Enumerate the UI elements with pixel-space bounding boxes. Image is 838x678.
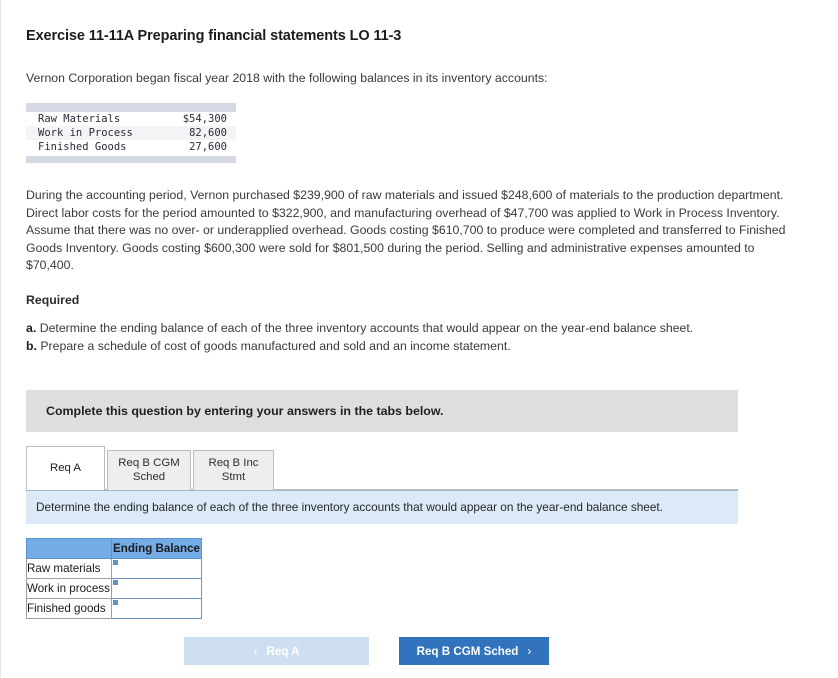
chevron-left-icon: ‹	[253, 644, 258, 659]
balances-grid: Raw Materials $54,300 Work in Process 82…	[26, 112, 236, 154]
table-row: Work in Process 82,600	[26, 126, 236, 141]
required-text-b: Prepare a schedule of cost of goods manu…	[40, 339, 511, 354]
balance-amount: 27,600	[189, 141, 227, 154]
intro-text: Vernon Corporation began fiscal year 201…	[26, 71, 548, 85]
balance-amount: $54,300	[182, 113, 227, 126]
required-heading: Required	[26, 293, 80, 308]
chevron-right-icon: ›	[527, 644, 532, 659]
tab-req-a-label: Req A	[49, 461, 82, 474]
next-req-b-cgm-sched-button[interactable]: Req B CGM Sched ›	[399, 637, 549, 666]
input-finished-goods[interactable]	[111, 598, 202, 620]
navigation-buttons: ‹ Req A Req B CGM Sched ›	[26, 637, 814, 666]
table-row: Work in process	[26, 578, 202, 600]
input-raw-materials[interactable]	[111, 558, 202, 580]
row-label-work-in-process: Work in process	[26, 578, 112, 600]
table-header-row: Ending Balance	[26, 538, 202, 560]
balance-account-name: Work in Process	[38, 127, 133, 140]
active-tab-gap	[27, 489, 104, 491]
table-top-band	[26, 103, 236, 113]
tab-req-b-inc-stmt[interactable]: Req B Inc Stmt	[193, 450, 274, 491]
table-row: Finished goods	[26, 598, 202, 620]
table-row: Finished Goods 27,600	[26, 140, 236, 154]
instruction-bar: Determine the ending balance of each of …	[26, 490, 738, 525]
page-content: Exercise 11-11A Preparing financial stat…	[0, 0, 838, 666]
tab-req-b-inc-stmt-label: Req B Inc Stmt	[208, 457, 259, 483]
table-row: Raw Materials $54,300	[26, 112, 236, 126]
table-row: Raw materials	[26, 558, 202, 580]
cell-marker-icon	[113, 560, 118, 566]
tab-bar: Req A Req B CGM Sched Req B Inc Stmt	[26, 446, 738, 491]
table-bottom-band	[26, 156, 236, 164]
page-left-border	[0, 0, 1, 678]
header-ending-balance: Ending Balance	[111, 538, 202, 560]
page-title: Exercise 11-11A Preparing financial stat…	[26, 28, 402, 44]
required-list: a. Determine the ending balance of each …	[26, 320, 814, 356]
required-item-a: a. Determine the ending balance of each …	[26, 320, 814, 338]
required-item-b: b. Prepare a schedule of cost of goods m…	[26, 338, 814, 356]
balance-account-name: Finished Goods	[38, 141, 127, 154]
prev-req-a-button[interactable]: ‹ Req A	[184, 637, 369, 666]
answer-entry-table: Ending Balance Raw materials Work in pro…	[26, 538, 814, 620]
instruction-text: Determine the ending balance of each of …	[36, 500, 663, 515]
balance-account-name: Raw Materials	[38, 113, 121, 126]
tab-req-b-cgm-sched-label: Req B CGM Sched	[118, 457, 180, 483]
cell-marker-icon	[113, 580, 118, 586]
banner-text: Complete this question by entering your …	[46, 404, 444, 419]
balance-amount: 82,600	[189, 127, 227, 140]
prev-button-label: Req A	[266, 644, 300, 658]
header-blank-cell	[26, 538, 112, 560]
complete-question-banner: Complete this question by entering your …	[26, 390, 738, 433]
ending-balance-grid: Ending Balance Raw materials Work in pro…	[26, 538, 202, 620]
problem-description: During the accounting period, Vernon pur…	[26, 188, 786, 273]
required-marker-a: a.	[26, 321, 37, 336]
required-marker-b: b.	[26, 339, 37, 354]
required-text-a: Determine the ending balance of each of …	[39, 321, 694, 336]
tab-req-b-cgm-sched[interactable]: Req B CGM Sched	[107, 450, 191, 491]
input-work-in-process[interactable]	[111, 578, 202, 600]
tab-req-a[interactable]: Req A	[26, 446, 105, 491]
beginning-balances-table: Raw Materials $54,300 Work in Process 82…	[26, 103, 236, 164]
row-label-raw-materials: Raw materials	[26, 558, 112, 580]
next-button-label: Req B CGM Sched	[416, 644, 519, 658]
row-label-finished-goods: Finished goods	[26, 598, 112, 620]
cell-marker-icon	[113, 600, 118, 606]
